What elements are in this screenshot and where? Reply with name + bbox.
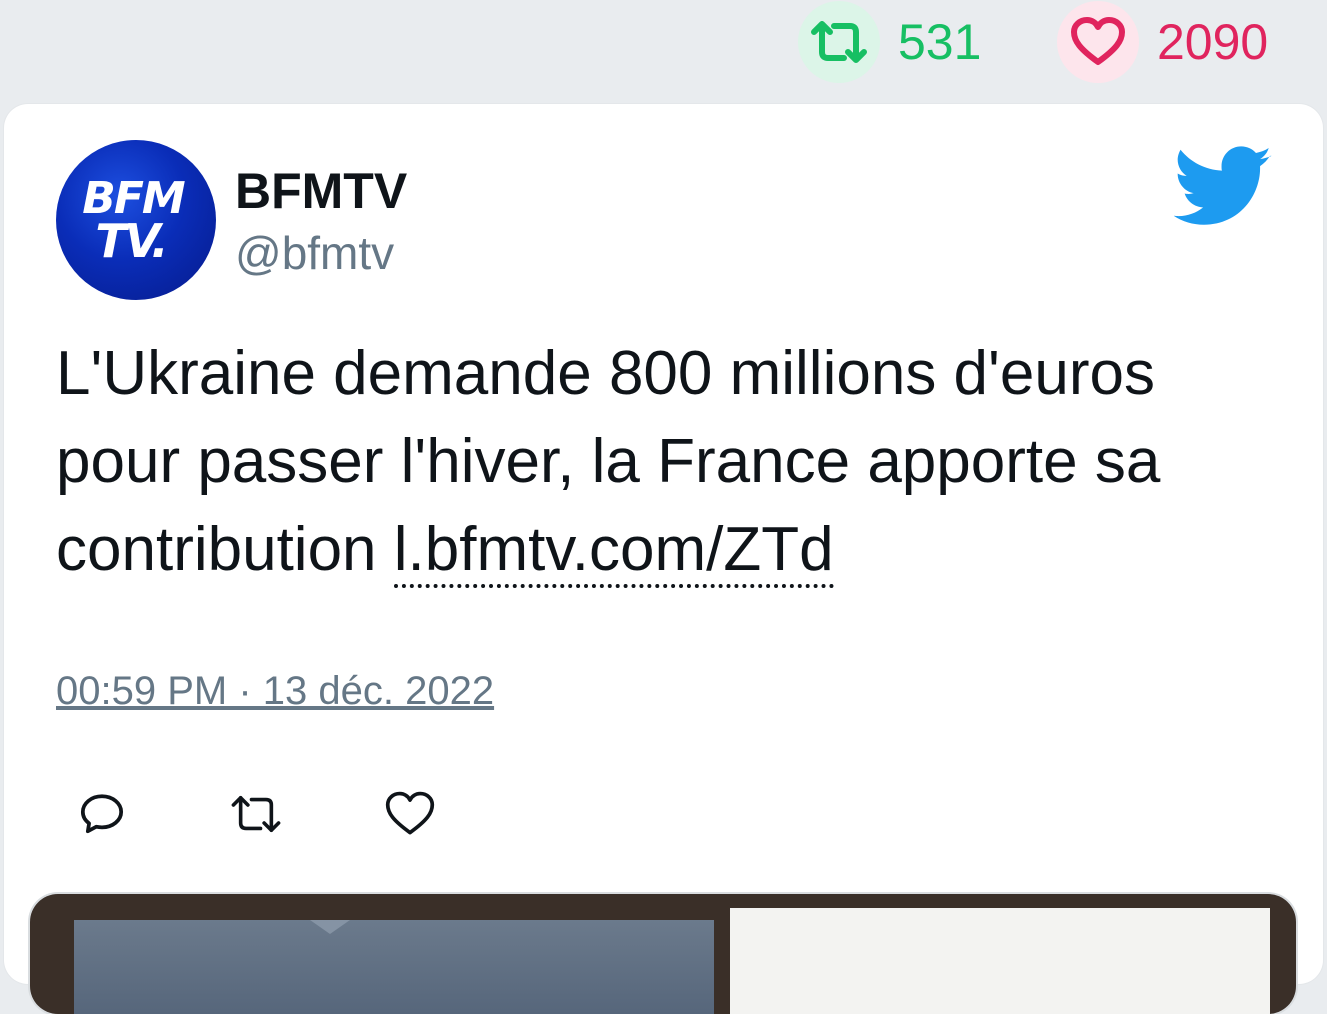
tweet-card: BFM TV. BFMTV @bfmtv L'Ukraine demande 8… xyxy=(4,104,1323,1014)
author-handle[interactable]: @bfmtv xyxy=(235,226,394,280)
tweet-timestamp[interactable]: 00:59 PM · 13 déc. 2022 xyxy=(56,669,494,714)
author-name[interactable]: BFMTV xyxy=(235,162,407,220)
avatar[interactable]: BFM TV. xyxy=(56,140,216,300)
like-stat[interactable]: 2090 xyxy=(1057,1,1268,83)
heart-icon[interactable] xyxy=(1057,1,1139,83)
reply-icon[interactable] xyxy=(74,786,130,842)
engagement-stats-bar: 531 2090 xyxy=(0,0,1327,100)
like-count: 2090 xyxy=(1157,14,1269,70)
retweet-stat[interactable]: 531 xyxy=(798,1,981,83)
media-image-right-panel xyxy=(730,908,1270,1014)
retweet-count: 531 xyxy=(898,14,982,70)
tweet-actions xyxy=(74,786,536,842)
media-image-detail xyxy=(310,920,350,934)
retweet-icon[interactable] xyxy=(228,786,284,842)
tweet-link[interactable]: l.bfmtv.com/ZTd xyxy=(393,515,834,588)
avatar-logo-text-bottom: TV. xyxy=(95,214,168,268)
tweet-text: L'Ukraine demande 800 millions d'euros p… xyxy=(56,330,1286,594)
retweet-icon[interactable] xyxy=(798,1,880,83)
twitter-bird-icon[interactable] xyxy=(1173,146,1274,233)
heart-icon[interactable] xyxy=(382,786,438,842)
tweet-media-image[interactable] xyxy=(30,894,1296,1014)
media-image-left-panel xyxy=(74,920,714,1014)
